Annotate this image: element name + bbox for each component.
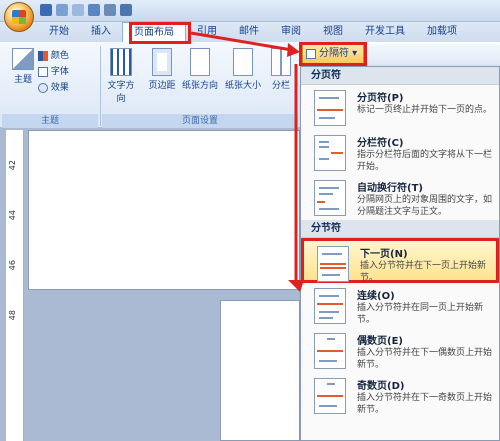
colors-icon: [38, 50, 48, 61]
ribbon-tabs: 开始 插入 页面布局 引用 邮件 审阅 视图 开发工具 加载项: [38, 22, 500, 42]
tab-home[interactable]: 开始: [38, 22, 80, 42]
size-label: 纸张大小: [224, 81, 261, 91]
text-wrapping-icon: [314, 180, 346, 216]
tab-view[interactable]: 视图: [312, 22, 354, 42]
document-page[interactable]: [220, 300, 300, 441]
menu-item-title: 下一页(N): [360, 249, 408, 260]
colors-label: 颜色: [50, 51, 69, 61]
ribbon: 主题 颜色 字体 效果 主题 文字方向 页边距 纸张方向 纸张大小 分栏 页面设…: [0, 42, 300, 128]
page-layout-tab-highlight: [129, 22, 191, 44]
menu-item-odd-page[interactable]: 奇数页(D) 插入分节符并在下一奇数页上开始新节。: [301, 373, 499, 418]
text-direction-icon: [110, 48, 132, 76]
columns-button[interactable]: 分栏: [268, 48, 294, 91]
page-break-icon: [314, 90, 346, 126]
office-logo-icon: [12, 10, 26, 24]
theme-effects-button[interactable]: 效果: [38, 80, 69, 93]
menu-item-next-page[interactable]: 下一页(N) 插入分节符并在下一页上开始新节。: [301, 238, 499, 283]
odd-page-icon: [314, 378, 346, 414]
undo-icon[interactable]: [56, 4, 68, 16]
tab-insert[interactable]: 插入: [80, 22, 122, 42]
margins-label: 页边距: [148, 81, 176, 91]
text-direction-label: 文字方向: [107, 81, 135, 104]
menu-item-continuous[interactable]: 连续(O) 插入分节符并在同一页上开始新节。: [301, 283, 499, 328]
orientation-icon: [190, 48, 210, 76]
menu-item-desc: 插入分节符并在下一奇数页上开始新节。: [357, 393, 493, 415]
menu-item-title: 自动换行符(T): [357, 183, 423, 194]
menu-item-title: 奇数页(D): [357, 381, 405, 392]
menu-item-desc: 插入分节符并在同一页上开始新节。: [357, 303, 484, 325]
print-preview-icon[interactable]: [88, 4, 100, 16]
themes-label: 主题: [13, 75, 32, 85]
effects-label: 效果: [50, 83, 69, 93]
menu-item-text-wrapping[interactable]: 自动换行符(T) 分隔网页上的对象周围的文字，如分隔题注文字与正文。: [301, 175, 499, 220]
fonts-label: 字体: [50, 67, 69, 77]
group-label-theme: 主题: [2, 114, 98, 128]
ruler-tick: 46: [8, 260, 17, 271]
tab-mailings[interactable]: 邮件: [228, 22, 270, 42]
menu-item-desc: 插入分节符并在下一偶数页上开始新节。: [357, 348, 493, 370]
column-break-icon: [314, 135, 346, 171]
theme-fonts-button[interactable]: 字体: [38, 64, 69, 77]
menu-item-even-page[interactable]: 偶数页(E) 插入分节符并在下一偶数页上开始新节。: [301, 328, 499, 373]
menu-item-column-break[interactable]: 分栏符(C) 指示分栏符后面的文字将从下一栏开始。: [301, 130, 499, 175]
quick-access-toolbar: [40, 4, 132, 16]
redo-icon[interactable]: [72, 4, 84, 16]
menu-item-title: 连续(O): [357, 291, 395, 302]
page-breaks-header: 分页符: [301, 67, 499, 85]
theme-colors-button[interactable]: 颜色: [38, 48, 69, 61]
continuous-icon: [314, 288, 346, 324]
menu-item-desc: 标记一页终止并开始下一页的点。: [357, 105, 493, 115]
tab-references[interactable]: 引用: [186, 22, 228, 42]
even-page-icon: [314, 333, 346, 369]
margins-button[interactable]: 页边距: [147, 48, 177, 91]
print-icon[interactable]: [104, 4, 116, 16]
menu-item-title: 偶数页(E): [357, 336, 403, 347]
fonts-icon: [38, 66, 48, 77]
menu-item-desc: 分隔网页上的对象周围的文字，如分隔题注文字与正文。: [357, 195, 493, 217]
themes-icon: [12, 48, 34, 70]
ruler-tick: 42: [8, 160, 17, 171]
orientation-label: 纸张方向: [181, 81, 218, 91]
margins-icon: [152, 48, 172, 76]
size-icon: [233, 48, 253, 76]
group-label-page-setup: 页面设置: [102, 114, 298, 128]
orientation-button[interactable]: 纸张方向: [181, 48, 219, 91]
vertical-ruler: 42 44 46 48: [6, 130, 24, 441]
document-page[interactable]: [28, 130, 300, 290]
effects-icon: [38, 82, 48, 93]
menu-item-page-break[interactable]: 分页符(P) 标记一页终止并开始下一页的点。: [301, 85, 499, 130]
save-icon[interactable]: [40, 4, 52, 16]
ruler-tick: 48: [8, 310, 17, 321]
menu-item-desc: 插入分节符并在下一页上开始新节。: [360, 261, 487, 283]
breaks-button-highlight: [299, 42, 367, 66]
menu-item-desc: 指示分栏符后面的文字将从下一栏开始。: [357, 150, 493, 172]
size-button[interactable]: 纸张大小: [224, 48, 262, 91]
menu-item-title: 分页符(P): [357, 93, 404, 104]
office-button[interactable]: [4, 2, 34, 32]
section-breaks-header: 分节符: [301, 220, 499, 238]
text-direction-button[interactable]: 文字方向: [104, 48, 138, 104]
title-bar: [0, 0, 500, 22]
tab-add-ins[interactable]: 加载项: [416, 22, 468, 42]
format-painter-icon[interactable]: [120, 4, 132, 16]
tab-review[interactable]: 审阅: [270, 22, 312, 42]
breaks-menu: 分页符 分页符(P) 标记一页终止并开始下一页的点。 分栏符(C) 指示分栏符后…: [300, 66, 500, 441]
next-page-icon: [317, 246, 349, 282]
menu-item-title: 分栏符(C): [357, 138, 404, 149]
ruler-tick: 44: [8, 210, 17, 221]
columns-icon: [271, 48, 291, 76]
ribbon-right-gallery: [366, 44, 500, 68]
tab-developer[interactable]: 开发工具: [354, 22, 416, 42]
group-separator: [100, 46, 101, 126]
columns-label: 分栏: [271, 81, 290, 91]
themes-button[interactable]: 主题: [10, 48, 36, 85]
